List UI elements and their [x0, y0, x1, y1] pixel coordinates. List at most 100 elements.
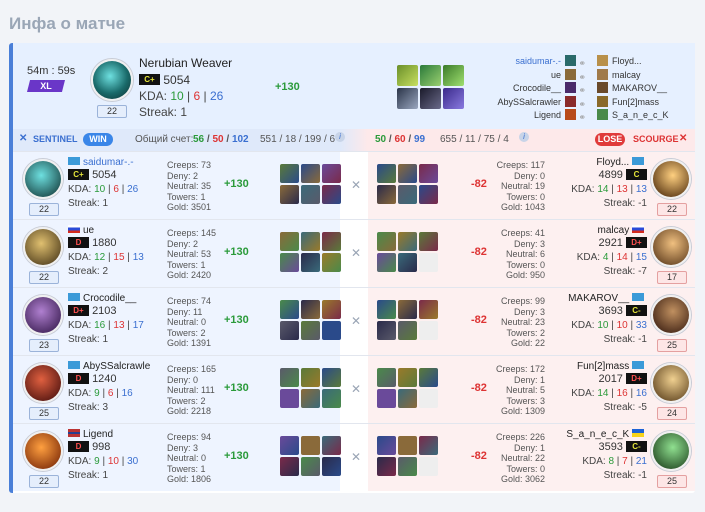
item-icon[interactable] [322, 457, 341, 476]
item-icon[interactable] [280, 164, 299, 183]
item-icon[interactable] [301, 164, 320, 183]
player-name[interactable]: S_a_n_e_c_K [563, 429, 647, 440]
hero-avatar[interactable] [23, 227, 63, 267]
item-icon[interactable] [443, 88, 464, 109]
hero-avatar[interactable] [23, 295, 63, 335]
item-icon[interactable] [280, 436, 299, 455]
player-name-text[interactable]: Crocodile__ [83, 293, 136, 304]
item-icon[interactable] [322, 185, 341, 204]
item-icon[interactable] [398, 232, 417, 251]
item-icon[interactable] [301, 368, 320, 387]
item-icon[interactable] [322, 253, 341, 272]
player-name[interactable]: Crocodile__ [68, 293, 150, 304]
info-icon[interactable]: i [519, 132, 529, 142]
item-icon[interactable] [280, 185, 299, 204]
item-icon[interactable] [377, 232, 396, 251]
hero-avatar[interactable] [23, 431, 63, 471]
item-icon[interactable] [398, 389, 417, 408]
player-name[interactable]: MAKAROV__ [563, 293, 647, 304]
item-icon[interactable] [301, 300, 320, 319]
player-name-text[interactable]: ue [83, 225, 94, 236]
mvp-hero-avatar[interactable] [91, 59, 133, 101]
item-icon[interactable] [322, 321, 341, 340]
player-name[interactable]: ue [68, 225, 150, 236]
hero-avatar[interactable] [651, 363, 691, 403]
item-icon[interactable] [419, 164, 438, 183]
hero-avatar[interactable] [651, 295, 691, 335]
team-player-name[interactable]: malcay [612, 69, 692, 83]
item-icon[interactable] [419, 368, 438, 387]
hero-avatar[interactable] [23, 159, 63, 199]
item-icon[interactable] [377, 253, 396, 272]
hero-avatar[interactable] [651, 159, 691, 199]
player-name-text[interactable]: Floyd... [596, 157, 629, 168]
item-icon[interactable] [397, 65, 418, 86]
item-icon[interactable] [280, 368, 299, 387]
item-icon[interactable] [280, 457, 299, 476]
team-player-name[interactable]: Fun[2]mass [612, 96, 692, 110]
player-name-text[interactable]: Ligend [83, 429, 113, 440]
item-icon[interactable] [301, 389, 320, 408]
item-icon[interactable] [322, 436, 341, 455]
item-icon[interactable] [398, 368, 417, 387]
item-icon[interactable] [301, 321, 320, 340]
team-player-name[interactable]: Crocodile__ [479, 82, 561, 96]
item-icon[interactable] [301, 436, 320, 455]
team-player-name[interactable]: Floyd... [612, 55, 692, 69]
item-icon[interactable] [280, 389, 299, 408]
item-icon[interactable] [280, 300, 299, 319]
item-icon[interactable] [301, 457, 320, 476]
item-icon[interactable] [322, 232, 341, 251]
item-icon[interactable] [377, 436, 396, 455]
player-name-text[interactable]: MAKAROV__ [568, 293, 629, 304]
team-player-name[interactable]: MAKAROV__ [612, 82, 692, 96]
player-name-text[interactable]: S_a_n_e_c_K [566, 429, 629, 440]
hero-avatar[interactable] [23, 363, 63, 403]
item-icon[interactable] [301, 253, 320, 272]
item-icon[interactable] [377, 185, 396, 204]
player-name[interactable]: Ligend [68, 429, 150, 440]
team-player-name[interactable]: S_a_n_e_c_K [612, 109, 692, 123]
player-name[interactable]: malcay [563, 225, 647, 236]
item-icon[interactable] [419, 436, 438, 455]
info-icon[interactable]: i [335, 132, 345, 142]
item-icon[interactable] [280, 321, 299, 340]
item-icon[interactable] [377, 321, 396, 340]
team-player-name[interactable]: Ligend [479, 109, 561, 123]
item-icon[interactable] [280, 253, 299, 272]
item-icon[interactable] [398, 321, 417, 340]
team-player-name[interactable]: saidumar-.- [479, 55, 561, 69]
item-icon[interactable] [398, 300, 417, 319]
item-icon[interactable] [322, 164, 341, 183]
player-name-text[interactable]: Fun[2]mass [577, 361, 629, 372]
player-name-text[interactable]: saidumar-.- [83, 157, 134, 168]
hero-avatar[interactable] [651, 227, 691, 267]
item-icon[interactable] [377, 300, 396, 319]
item-icon[interactable] [398, 164, 417, 183]
item-icon[interactable] [377, 389, 396, 408]
item-icon[interactable] [377, 457, 396, 476]
item-icon[interactable] [301, 185, 320, 204]
item-icon[interactable] [301, 232, 320, 251]
item-icon[interactable] [398, 185, 417, 204]
item-icon[interactable] [322, 389, 341, 408]
item-icon[interactable] [419, 185, 438, 204]
player-name[interactable]: Fun[2]mass [563, 361, 647, 372]
player-name[interactable]: Floyd... [563, 157, 647, 168]
item-icon[interactable] [377, 368, 396, 387]
item-icon[interactable] [377, 164, 396, 183]
hero-avatar[interactable] [651, 431, 691, 471]
player-name[interactable]: saidumar-.- [68, 157, 150, 168]
item-icon[interactable] [280, 232, 299, 251]
item-icon[interactable] [398, 436, 417, 455]
item-icon[interactable] [443, 65, 464, 86]
item-icon[interactable] [420, 88, 441, 109]
item-icon[interactable] [398, 253, 417, 272]
team-player-name[interactable]: AbySSalcrawler [479, 96, 561, 110]
item-icon[interactable] [398, 457, 417, 476]
item-icon[interactable] [419, 300, 438, 319]
item-icon[interactable] [322, 368, 341, 387]
item-icon[interactable] [420, 65, 441, 86]
player-name[interactable]: AbySSalcrawler [68, 361, 150, 372]
item-icon[interactable] [397, 88, 418, 109]
